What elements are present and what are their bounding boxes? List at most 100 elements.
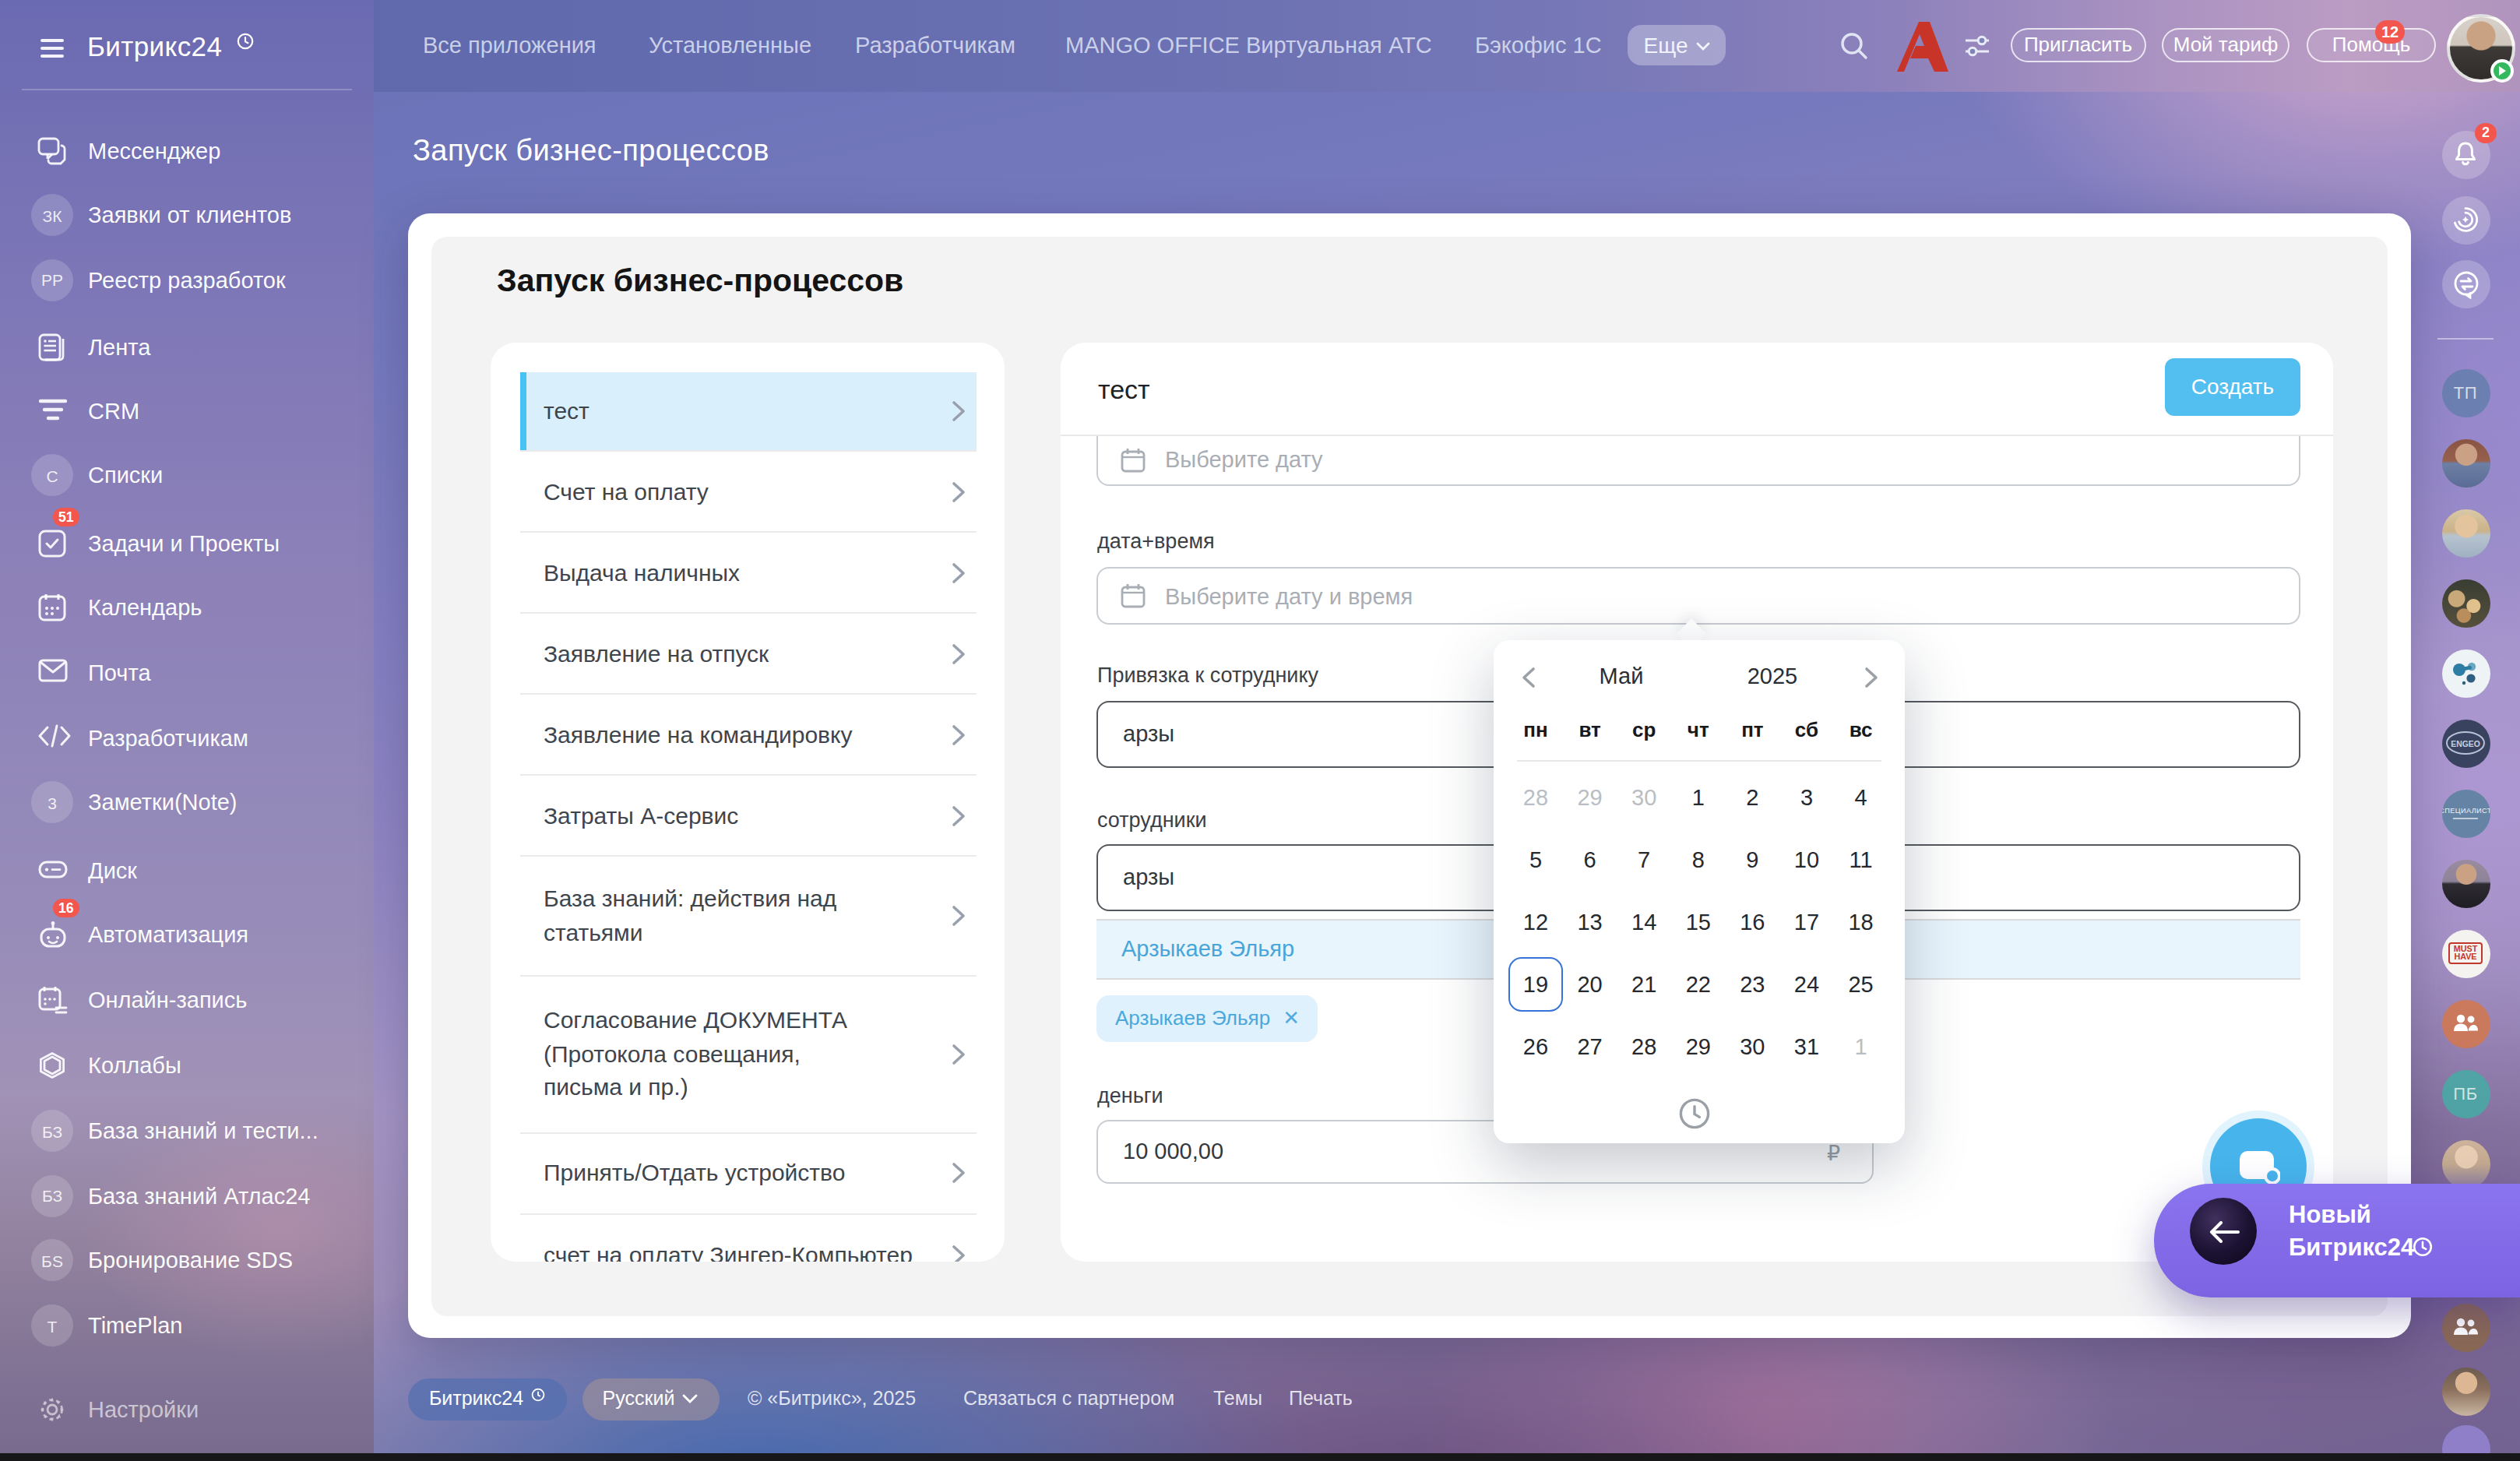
sidebar-item[interactable]: Почта xyxy=(0,647,374,697)
process-item[interactable]: Затраты А-сервис xyxy=(519,776,976,857)
day-cell[interactable]: 8 xyxy=(1671,828,1726,890)
sidebar-item[interactable]: 51Задачи и Проекты xyxy=(0,518,374,568)
sidebar-item[interactable]: Разработчикам xyxy=(0,713,374,762)
day-cell[interactable]: 2 xyxy=(1726,766,1780,828)
day-cell[interactable]: 28 xyxy=(1617,1015,1671,1077)
brand-logo[interactable]: Битрикс24 xyxy=(87,31,222,64)
sidebar-item[interactable]: Мессенджер xyxy=(0,125,374,175)
day-cell[interactable]: 3 xyxy=(1779,766,1834,828)
chat-avatar-photo[interactable] xyxy=(2441,509,2490,557)
sidebar-item[interactable]: ССписки xyxy=(0,450,374,500)
sidebar-item-settings[interactable]: Настройки xyxy=(0,1385,374,1435)
tab-installed[interactable]: Установленные xyxy=(649,0,811,91)
day-cell[interactable]: 12 xyxy=(1508,890,1563,952)
day-cell[interactable]: 22 xyxy=(1671,952,1726,1015)
sidebar-item[interactable]: ТTimePlan xyxy=(0,1301,374,1350)
chat-avatar-tp[interactable]: ТП xyxy=(2441,368,2490,417)
day-cell[interactable]: 26 xyxy=(1508,1015,1563,1077)
sidebar-item[interactable]: БЗБаза знаний Атлас24 xyxy=(0,1171,374,1220)
sidebar-item[interactable]: ЗКЗаявки от клиентов xyxy=(0,190,374,240)
day-cell[interactable]: 1 xyxy=(1671,766,1726,828)
help-button[interactable]: Помощь xyxy=(2307,27,2436,62)
process-item[interactable]: Согласование ДОКУМЕНТА (Протокола совеща… xyxy=(519,976,976,1133)
my-tariff-button[interactable]: Мой тариф xyxy=(2162,27,2289,62)
day-cell[interactable]: 7 xyxy=(1617,828,1671,890)
tab-developers[interactable]: Разработчикам xyxy=(855,0,1015,91)
sidebar-item[interactable]: Календарь xyxy=(0,583,374,632)
chat-avatar-engeo[interactable]: ENGEO xyxy=(2441,719,2490,767)
day-cell[interactable]: 6 xyxy=(1563,828,1617,890)
day-cell[interactable]: 30 xyxy=(1617,766,1671,828)
process-item[interactable]: Заявление на командировку xyxy=(519,695,976,776)
day-cell[interactable]: 4 xyxy=(1834,766,1888,828)
process-item[interactable]: Принять/Отдать устройство xyxy=(519,1133,976,1214)
chat-avatar-dogs[interactable] xyxy=(2441,579,2490,627)
day-cell[interactable]: 14 xyxy=(1617,890,1671,952)
chat-sync-button[interactable] xyxy=(2441,259,2490,308)
day-cell[interactable]: 28 xyxy=(1508,766,1563,828)
day-cell[interactable]: 1 xyxy=(1834,1015,1888,1077)
day-cell[interactable]: 9 xyxy=(1726,828,1780,890)
tab-backoffice-1c[interactable]: Бэкофис 1С xyxy=(1475,0,1602,91)
day-cell[interactable]: 30 xyxy=(1726,1015,1780,1077)
process-item[interactable]: Выдача наличных xyxy=(519,533,976,614)
prev-month-button[interactable] xyxy=(1512,661,1543,692)
language-selector[interactable]: Русский xyxy=(582,1378,719,1421)
day-cell[interactable]: 23 xyxy=(1726,952,1780,1015)
day-cell[interactable]: 25 xyxy=(1834,952,1888,1015)
process-item[interactable]: Заявление на отпуск xyxy=(519,614,976,695)
new-bitrix-banner[interactable]: Новый Битрикс24 xyxy=(2153,1184,2520,1297)
sidebar-item[interactable]: Диск xyxy=(0,845,374,895)
remove-tag-icon[interactable]: ✕ xyxy=(1283,1007,1300,1030)
search-icon[interactable] xyxy=(1839,31,1869,61)
sidebar-item[interactable]: 3Заметки(Note) xyxy=(0,777,374,827)
day-cell[interactable]: 27 xyxy=(1563,1015,1617,1077)
day-cell[interactable]: 11 xyxy=(1834,828,1888,890)
sidebar-item[interactable]: РРРеестр разработок xyxy=(0,255,374,305)
banner-back-button[interactable] xyxy=(2190,1198,2257,1265)
day-cell[interactable]: 10 xyxy=(1779,828,1834,890)
chat-avatar-photo[interactable] xyxy=(2441,1367,2490,1415)
day-cell[interactable]: 29 xyxy=(1563,766,1617,828)
day-cell[interactable]: 24 xyxy=(1779,952,1834,1015)
a-logo[interactable] xyxy=(1888,20,1950,73)
footer-brand[interactable]: Битрикс24 xyxy=(407,1378,567,1421)
process-item[interactable]: База знаний: действия над статьями xyxy=(519,857,976,976)
day-cell[interactable]: 19 xyxy=(1508,952,1563,1015)
sidebar-item[interactable]: Онлайн-запись xyxy=(0,974,374,1024)
create-button[interactable]: Создать xyxy=(2165,358,2300,415)
tab-all-apps[interactable]: Все приложения xyxy=(423,0,597,91)
day-cell[interactable]: 15 xyxy=(1671,890,1726,952)
day-cell[interactable]: 17 xyxy=(1779,890,1834,952)
copilot-button[interactable] xyxy=(2441,195,2490,244)
footer-print-link[interactable]: Печать xyxy=(1289,1378,1353,1421)
chat-avatar-musthave[interactable]: MUST HAVE xyxy=(2441,929,2490,977)
year-select[interactable]: 2025 xyxy=(1726,663,1819,688)
menu-icon[interactable] xyxy=(40,39,64,58)
sidebar-item[interactable]: БSБронирование SDS xyxy=(0,1235,374,1285)
day-cell[interactable]: 5 xyxy=(1508,828,1563,890)
sidebar-item[interactable]: 16Автоматизация xyxy=(0,910,374,959)
process-item[interactable]: тест xyxy=(519,372,976,452)
chat-avatar-logo[interactable] xyxy=(2441,649,2490,697)
invite-button[interactable]: Пригласить xyxy=(2011,27,2145,62)
process-item[interactable]: Счет на оплату xyxy=(519,452,976,533)
next-month-button[interactable] xyxy=(1855,661,1886,692)
more-button[interactable]: Еще xyxy=(1628,25,1726,65)
sidebar-item[interactable]: Коллабы xyxy=(0,1040,374,1090)
chat-avatar-group[interactable] xyxy=(2441,1303,2490,1351)
day-cell[interactable]: 13 xyxy=(1563,890,1617,952)
date-input[interactable]: Выберите дату xyxy=(1096,435,2300,485)
footer-themes-link[interactable]: Темы xyxy=(1213,1378,1262,1421)
tab-mango-office[interactable]: MANGO OFFICE Виртуальная АТС xyxy=(1065,0,1432,91)
chat-avatar-group[interactable] xyxy=(2441,999,2490,1047)
chat-avatar-photo[interactable] xyxy=(2441,438,2490,487)
selected-user-tag[interactable]: Арзыкаев Эльяр✕ xyxy=(1096,995,1318,1041)
month-select[interactable]: Май xyxy=(1575,663,1668,688)
chat-avatar-photo[interactable] xyxy=(2441,1139,2490,1188)
sidebar-item[interactable]: БЗБаза знаний и тести... xyxy=(0,1106,374,1156)
datetime-input[interactable]: Выберите дату и время xyxy=(1096,567,2300,625)
day-cell[interactable]: 20 xyxy=(1563,952,1617,1015)
chat-avatar-specialist[interactable]: СПЕЦИАЛИСТ xyxy=(2441,789,2490,837)
sidebar-item[interactable]: CRM xyxy=(0,386,374,436)
